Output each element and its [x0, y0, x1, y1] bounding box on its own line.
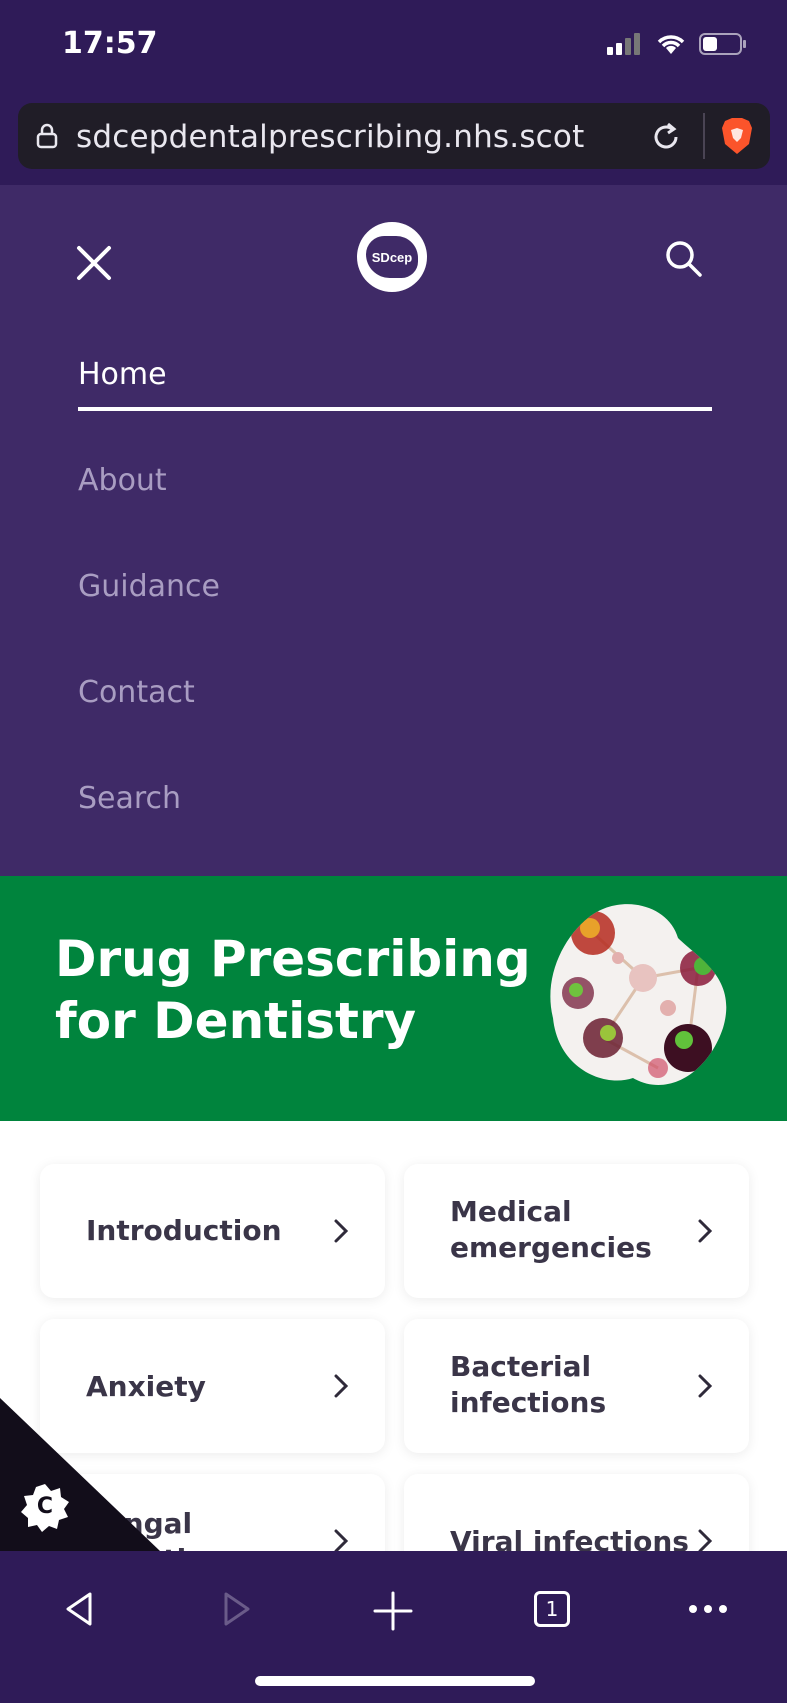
sdcep-logo[interactable]: SDcep: [357, 222, 427, 292]
cookie-corner-shape: [0, 1398, 160, 1551]
chevron-right-icon: [334, 1374, 349, 1398]
nav-item-home[interactable]: Home: [78, 357, 167, 392]
logo-text: SDcep: [366, 236, 418, 278]
nav-item-guidance[interactable]: Guidance: [78, 569, 220, 604]
search-icon[interactable]: [664, 239, 704, 279]
signal-icon: [607, 33, 640, 55]
browser-toolbar: 1: [0, 1551, 787, 1703]
more-icon[interactable]: [688, 1603, 728, 1615]
brave-shield-icon[interactable]: [720, 117, 754, 155]
navigation-menu: SDcep Home About Guidance Contact Search: [0, 185, 787, 876]
battery-icon: [699, 33, 746, 55]
card-medical-emergencies[interactable]: Medical emergencies: [404, 1164, 749, 1298]
lock-icon: [36, 123, 58, 149]
close-icon[interactable]: [76, 245, 112, 281]
back-icon[interactable]: [64, 1591, 94, 1627]
cookie-icon-letter: C: [36, 1494, 54, 1519]
reload-icon[interactable]: [648, 119, 684, 155]
chevron-right-icon: [334, 1529, 349, 1551]
nav-item-search[interactable]: Search: [78, 781, 181, 816]
chevron-right-icon: [334, 1219, 349, 1243]
forward-icon: [224, 1592, 250, 1626]
card-label: Introduction: [86, 1214, 282, 1247]
card-bacterial-infections[interactable]: Bacterial infections: [404, 1319, 749, 1453]
tab-count[interactable]: 1: [534, 1591, 570, 1627]
status-time: 17:57: [62, 26, 158, 61]
url-divider: [703, 113, 705, 159]
chevron-right-icon: [698, 1529, 713, 1551]
hero-banner: Drug Prescribing for Dentistry: [0, 876, 787, 1121]
chevron-right-icon: [698, 1374, 713, 1398]
card-label: Viral infections: [450, 1525, 689, 1551]
status-icons: [607, 32, 747, 56]
card-viral-infections[interactable]: Viral infections: [404, 1474, 749, 1551]
url-text[interactable]: sdcepdentalprescribing.nhs.scot: [76, 119, 584, 155]
nav-item-contact[interactable]: Contact: [78, 675, 195, 710]
new-tab-icon[interactable]: [373, 1591, 413, 1631]
card-label: Medical emergencies: [450, 1195, 652, 1264]
hero-title: Drug Prescribing for Dentistry: [55, 930, 531, 1050]
home-indicator: [255, 1676, 535, 1686]
status-bar: 17:57: [0, 0, 787, 96]
cookie-settings-button[interactable]: C: [0, 1398, 160, 1551]
card-label: Bacterial infections: [450, 1350, 607, 1419]
molecule-image: [550, 904, 727, 1085]
chevron-right-icon: [698, 1219, 713, 1243]
address-bar[interactable]: sdcepdentalprescribing.nhs.scot: [18, 103, 770, 169]
wifi-icon: [657, 35, 685, 54]
nav-active-underline: [78, 407, 712, 411]
card-introduction[interactable]: Introduction: [40, 1164, 385, 1298]
nav-item-about[interactable]: About: [78, 463, 167, 498]
